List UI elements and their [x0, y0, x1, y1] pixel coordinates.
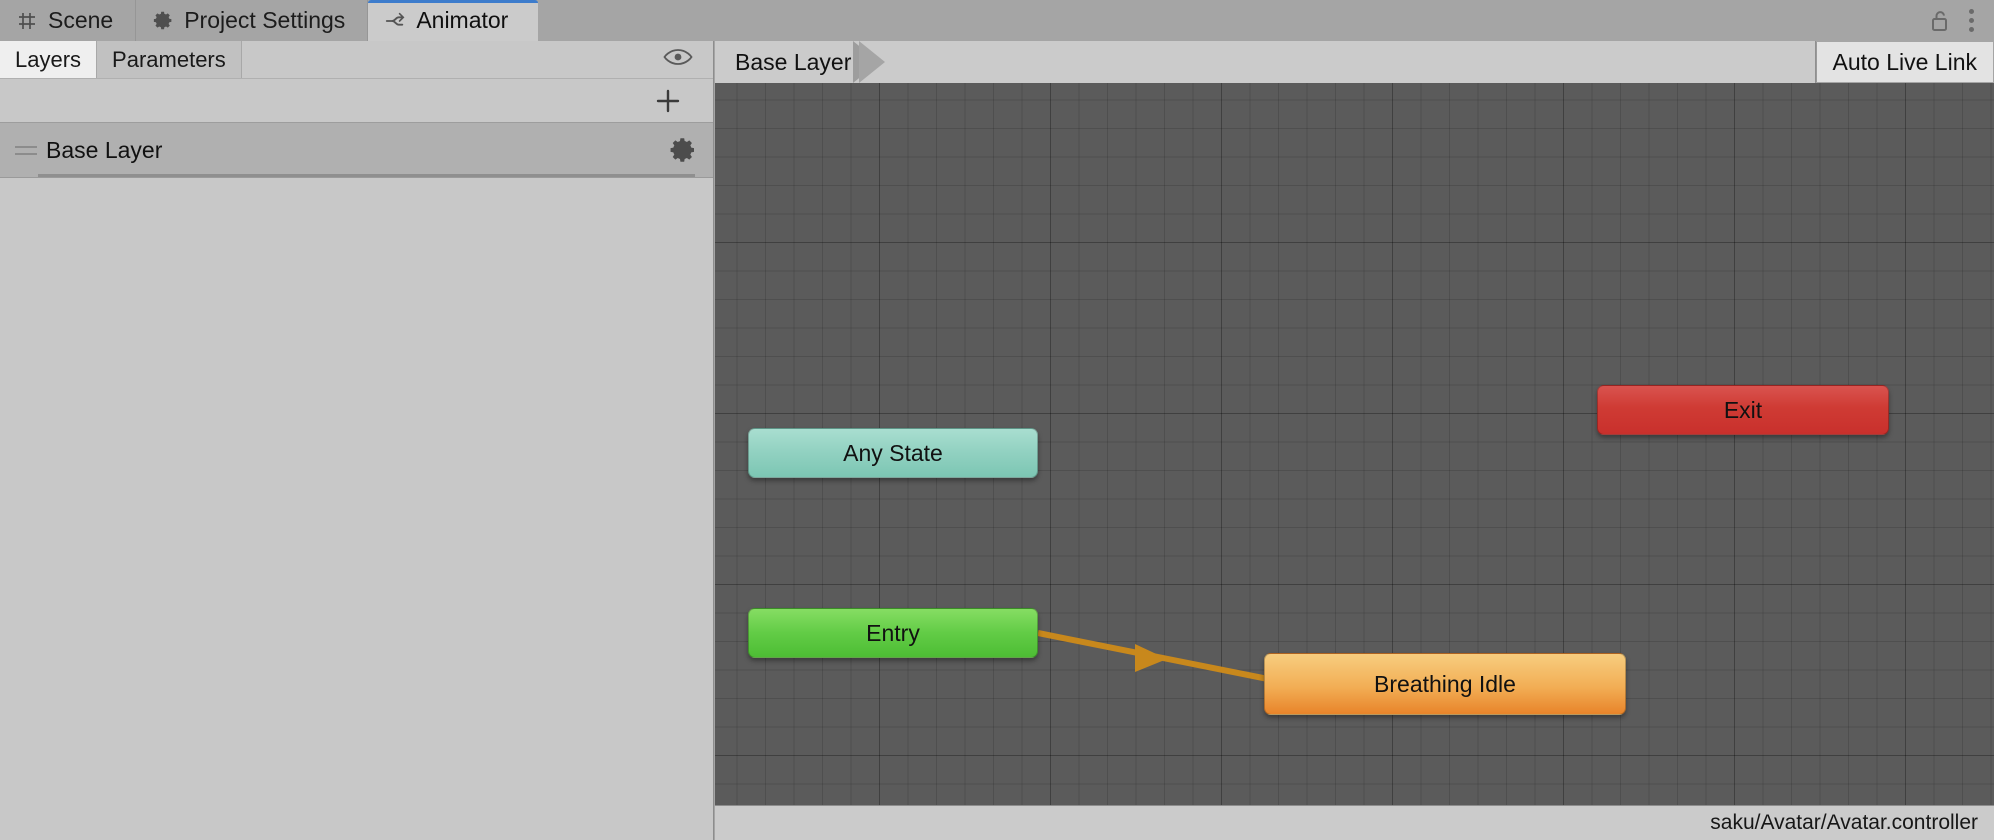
gear-icon[interactable]: [653, 135, 713, 165]
state-node-any-state[interactable]: Any State: [748, 428, 1038, 478]
tab-label: Project Settings: [184, 7, 346, 33]
animator-graph-panel: Base Layer Auto Live Link Any State Entr…: [715, 41, 1994, 840]
subtab-layers[interactable]: Layers: [0, 41, 98, 78]
kebab-dot: [1969, 18, 1974, 23]
unlocked-padlock-icon[interactable]: [1929, 9, 1951, 33]
tab-animator[interactable]: Animator: [368, 0, 539, 41]
grid-icon: [16, 10, 38, 32]
auto-live-link-button[interactable]: Auto Live Link: [1815, 42, 1993, 82]
tab-scene[interactable]: Scene: [0, 0, 137, 41]
state-node-breathing-idle[interactable]: Breathing Idle: [1264, 653, 1626, 715]
gear-icon: [152, 10, 174, 32]
state-node-entry[interactable]: Entry: [748, 608, 1038, 658]
drag-handle-icon[interactable]: [6, 145, 46, 155]
subtab-filler: [241, 41, 713, 78]
layers-list-body: [0, 232, 713, 840]
graph-canvas[interactable]: Any State Entry Exit Breathing Idle: [715, 83, 1994, 805]
controller-path-label: saku/Avatar/Avatar.controller: [1710, 811, 1978, 834]
eye-icon[interactable]: [663, 47, 693, 72]
breadcrumb-filler: [891, 41, 1816, 83]
graph-breadcrumb-bar: Base Layer Auto Live Link: [715, 41, 1994, 83]
auto-live-link-label: Auto Live Link: [1832, 48, 1977, 75]
drag-handle-line: [15, 152, 37, 155]
drag-handle-line: [15, 145, 37, 148]
animator-window: Scene Project Settings Animator Layers P…: [0, 0, 1994, 840]
layer-row-underline: [38, 174, 695, 177]
breadcrumb-base-layer[interactable]: Base Layer: [715, 41, 862, 83]
window-tab-bar-actions: [1919, 0, 1994, 41]
tab-label: Scene: [48, 7, 114, 33]
layers-parameters-tabbar: Layers Parameters: [0, 41, 713, 79]
subtab-label: Parameters: [112, 46, 226, 72]
chevron-right-icon: [853, 41, 892, 83]
plus-icon[interactable]: [651, 84, 685, 118]
tab-label: Animator: [416, 7, 509, 33]
kebab-dot: [1969, 27, 1974, 32]
state-node-label: Breathing Idle: [1374, 670, 1516, 697]
window-tab-bar: Scene Project Settings Animator: [0, 0, 1994, 41]
subtab-parameters[interactable]: Parameters: [97, 41, 242, 78]
graph-status-bar: saku/Avatar/Avatar.controller: [715, 805, 1994, 840]
state-node-label: Entry: [866, 619, 920, 646]
state-node-label: Any State: [843, 439, 943, 466]
subtab-label: Layers: [15, 46, 82, 72]
layer-row-base-layer[interactable]: Base Layer: [0, 123, 713, 178]
layers-panel: Layers Parameters Base Layer: [0, 41, 714, 840]
kebab-menu-icon[interactable]: [1965, 5, 1978, 36]
breadcrumb-label: Base Layer: [735, 48, 852, 75]
layer-name-label: Base Layer: [46, 136, 163, 163]
kebab-dot: [1969, 9, 1974, 14]
state-node-label: Exit: [1723, 396, 1763, 423]
animator-icon: [384, 10, 406, 32]
state-node-exit[interactable]: Exit: [1597, 385, 1889, 435]
tab-bar-filler: [538, 0, 1919, 41]
transition-entry-to-breathing-idle: [1037, 630, 1269, 682]
tab-project-settings[interactable]: Project Settings: [136, 0, 369, 41]
layers-toolbar: [0, 79, 713, 123]
